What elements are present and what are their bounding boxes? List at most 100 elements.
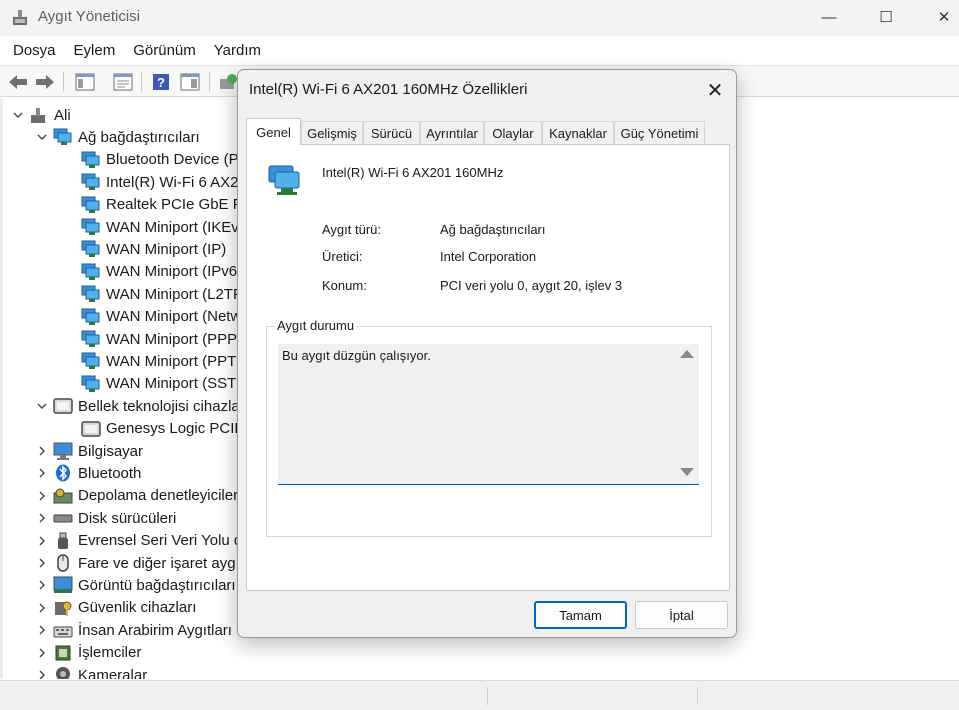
tree-item-label: Bluetooth xyxy=(78,464,142,482)
tree-item-label: Kameralar xyxy=(78,666,148,680)
tree-item-label: WAN Miniport (IKEv2 xyxy=(106,218,248,236)
tab-guc-yonetimi[interactable]: Güç Yönetimi xyxy=(614,121,705,144)
network-adapter-icon xyxy=(81,330,101,348)
tree-item-category-16[interactable]: Depolama denetleyiciler xyxy=(35,485,238,507)
tree-item-child-2[interactable]: Intel(R) Wi-Fi 6 AX20 xyxy=(77,171,247,193)
menu-dosya[interactable]: Dosya xyxy=(4,42,65,59)
scroll-down-arrow-icon[interactable] xyxy=(680,468,694,476)
show-hide-tree-icon[interactable] xyxy=(74,71,96,93)
tree-item-child-8[interactable]: WAN Miniport (Netw xyxy=(77,306,241,328)
tree-item-label: Genesys Logic PCIE c xyxy=(106,420,257,438)
menu-eylem[interactable]: Eylem xyxy=(65,42,125,59)
tree-item-label: Depolama denetleyiciler xyxy=(78,487,239,505)
tree-item-category-17[interactable]: Disk sürücüleri xyxy=(35,507,176,529)
tree-item-child-3[interactable]: Realtek PCIe GbE Far xyxy=(77,194,255,216)
view-icon[interactable] xyxy=(179,71,201,93)
tree-item-child-7[interactable]: WAN Miniport (L2TP) xyxy=(77,283,248,305)
tree-item-category-22[interactable]: İnsan Arabirim Aygıtları xyxy=(35,619,232,641)
chevron-down-icon[interactable] xyxy=(11,108,25,122)
location-value: PCI veri yolu 0, aygıt 20, işlev 3 xyxy=(440,278,623,293)
tree-item-category-14[interactable]: Bilgisayar xyxy=(35,440,143,462)
maximize-button[interactable]: ☐ xyxy=(863,0,909,34)
tree-item-child-9[interactable]: WAN Miniport (PPPO xyxy=(77,328,249,350)
tree-item-category-21[interactable]: Güvenlik cihazları xyxy=(35,597,196,619)
tree-item-child-5[interactable]: WAN Miniport (IP) xyxy=(77,238,226,260)
help-icon[interactable]: ? xyxy=(150,71,172,93)
network-adapter-icon xyxy=(81,151,101,169)
toolbar-separator xyxy=(141,72,142,92)
tree-item-label: WAN Miniport (PPTP xyxy=(106,352,247,370)
tree-item-label: Ali xyxy=(54,106,71,124)
bluetooth-icon xyxy=(53,464,73,482)
dialog-close-button[interactable]: ✕ xyxy=(700,76,730,104)
window-title: Aygıt Yöneticisi xyxy=(38,8,141,25)
tree-item-label: WAN Miniport (PPPO xyxy=(106,330,249,348)
tree-item-category-19[interactable]: Fare ve diğer işaret aygıt xyxy=(35,552,244,574)
close-button[interactable]: ✕ xyxy=(921,0,959,34)
scroll-up-arrow-icon[interactable] xyxy=(680,350,694,358)
tree-item-category-15[interactable]: Bluetooth xyxy=(35,462,141,484)
tree-item-label: İnsan Arabirim Aygıtları xyxy=(78,621,232,639)
minimize-button[interactable]: — xyxy=(806,0,852,34)
chevron-right-icon[interactable] xyxy=(35,623,49,637)
chevron-right-icon[interactable] xyxy=(35,466,49,480)
chevron-down-icon[interactable] xyxy=(35,399,49,413)
tab-ayrintilar[interactable]: Ayrıntılar xyxy=(420,121,484,144)
tree-item-child-4[interactable]: WAN Miniport (IKEv2 xyxy=(77,216,247,238)
camera-icon xyxy=(53,666,73,679)
chevron-down-icon[interactable] xyxy=(35,130,49,144)
device-status-text: Bu aygıt düzgün çalışıyor. xyxy=(282,348,431,363)
ok-button[interactable]: Tamam xyxy=(534,601,627,629)
chevron-right-icon[interactable] xyxy=(35,578,49,592)
computer-root-icon xyxy=(29,106,49,124)
network-adapter-icon xyxy=(81,240,101,258)
toolbar-separator xyxy=(63,72,64,92)
tab-gelismis[interactable]: Gelişmiş xyxy=(301,121,363,144)
tree-item-label: Disk sürücüleri xyxy=(78,509,177,527)
status-divider xyxy=(697,687,698,705)
tree-item-child-13[interactable]: Genesys Logic PCIE c xyxy=(77,418,256,440)
forward-icon[interactable] xyxy=(34,71,56,93)
update-driver-icon[interactable] xyxy=(217,71,239,93)
properties-dialog: Intel(R) Wi-Fi 6 AX201 160MHz Özellikler… xyxy=(237,69,737,638)
chevron-right-icon[interactable] xyxy=(35,534,49,548)
tree-item-category-12[interactable]: Bellek teknolojisi cihazla xyxy=(35,395,240,417)
chevron-right-icon[interactable] xyxy=(35,646,49,660)
tree-item-root[interactable]: Ali xyxy=(11,104,71,126)
chevron-right-icon[interactable] xyxy=(35,444,49,458)
tab-olaylar[interactable]: Olaylar xyxy=(484,121,542,144)
tree-item-label: WAN Miniport (L2TP) xyxy=(106,285,248,303)
chevron-right-icon[interactable] xyxy=(35,489,49,503)
network-adapter-icon xyxy=(81,285,101,303)
status-divider xyxy=(487,687,488,705)
tree-item-child-1[interactable]: Bluetooth Device (Pe xyxy=(77,149,247,171)
properties-icon[interactable] xyxy=(112,71,134,93)
hid-icon xyxy=(53,621,73,639)
tab-surucu[interactable]: Sürücü xyxy=(363,121,420,144)
tree-item-child-11[interactable]: WAN Miniport (SSTP xyxy=(77,373,246,395)
menu-yardim[interactable]: Yardım xyxy=(205,42,270,59)
chevron-right-icon[interactable] xyxy=(35,556,49,570)
cancel-button[interactable]: İptal xyxy=(635,601,728,629)
tree-item-category-0[interactable]: Ağ bağdaştırıcıları xyxy=(35,126,200,148)
tree-item-category-23[interactable]: İşlemciler xyxy=(35,642,141,664)
tab-kaynaklar[interactable]: Kaynaklar xyxy=(542,121,614,144)
back-icon[interactable] xyxy=(7,71,29,93)
tree-item-child-10[interactable]: WAN Miniport (PPTP xyxy=(77,350,246,372)
tree-item-category-20[interactable]: Görüntü bağdaştırıcıları xyxy=(35,574,236,596)
chevron-right-icon[interactable] xyxy=(35,668,49,679)
chevron-right-icon[interactable] xyxy=(35,601,49,615)
tab-genel[interactable]: Genel xyxy=(246,118,301,145)
device-status-textbox[interactable]: Bu aygıt düzgün çalışıyor. xyxy=(278,344,699,485)
network-adapter-icon xyxy=(268,165,300,195)
menu-gorunum[interactable]: Görünüm xyxy=(124,42,205,59)
storage-controller-icon xyxy=(53,487,73,505)
tree-item-label: Bellek teknolojisi cihazla xyxy=(78,397,240,415)
chevron-right-icon[interactable] xyxy=(35,511,49,525)
tree-item-child-6[interactable]: WAN Miniport (IPv6) xyxy=(77,261,242,283)
tree-item-category-24[interactable]: Kameralar xyxy=(35,664,147,679)
menu-bar: Dosya Eylem Görünüm Yardım xyxy=(0,36,959,65)
tree-item-category-18[interactable]: Evrensel Seri Veri Yolu de xyxy=(35,530,251,552)
network-adapter-icon xyxy=(81,263,101,281)
tree-item-label: WAN Miniport (IP) xyxy=(106,240,227,258)
